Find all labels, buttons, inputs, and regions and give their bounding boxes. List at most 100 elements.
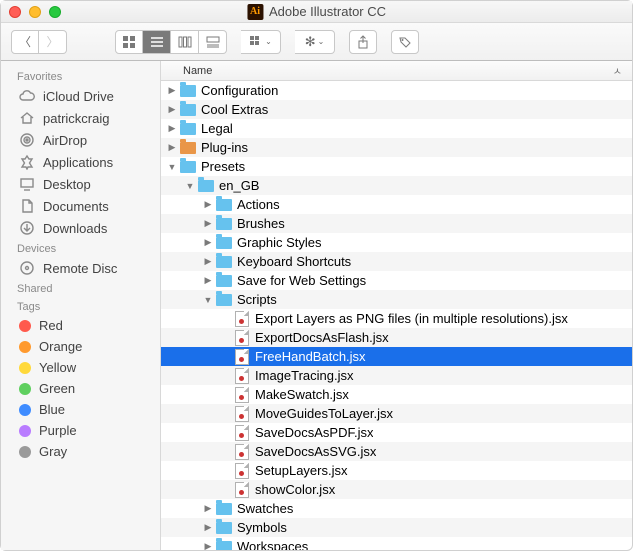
sidebar-item-label: Desktop	[43, 177, 91, 192]
folder-row[interactable]: ▶ Plug-ins	[161, 138, 632, 157]
row-label: Swatches	[237, 501, 293, 516]
folder-row[interactable]: ▼Scripts	[161, 290, 632, 309]
disclosure-triangle-icon[interactable]: ▶	[201, 256, 215, 267]
icon-view-button[interactable]	[115, 30, 143, 54]
window-title-text: Adobe Illustrator CC	[269, 4, 386, 19]
sidebar-item[interactable]: Red	[1, 315, 160, 336]
sidebar: Favorites iCloud Drive patrickcraig AirDrop…	[1, 61, 161, 550]
tag-dot-icon	[19, 446, 31, 458]
file-row[interactable]: FreeHandBatch.jsx	[161, 347, 632, 366]
row-label: Actions	[237, 197, 280, 212]
sidebar-item[interactable]: Blue	[1, 399, 160, 420]
sidebar-section-header: Devices	[1, 239, 160, 257]
window-title: Ai Adobe Illustrator CC	[247, 4, 386, 20]
sidebar-item[interactable]: Downloads	[1, 217, 160, 239]
folder-row[interactable]: ▶ Legal	[161, 119, 632, 138]
sidebar-item[interactable]: Purple	[1, 420, 160, 441]
sidebar-item[interactable]: patrickcraig	[1, 107, 160, 129]
disclosure-triangle-icon[interactable]: ▼	[183, 181, 197, 191]
folder-row[interactable]: ▶ Swatches	[161, 499, 632, 518]
disclosure-triangle-icon[interactable]: ▼	[165, 162, 179, 172]
file-row[interactable]: SaveDocsAsSVG.jsx	[161, 442, 632, 461]
folder-row[interactable]: ▶Brushes	[161, 214, 632, 233]
disclosure-triangle-icon[interactable]: ▶	[201, 237, 215, 248]
column-header[interactable]: Name ㅅ	[161, 61, 632, 81]
script-file-icon	[234, 311, 250, 327]
disclosure-triangle-icon[interactable]: ▶	[165, 123, 179, 134]
arrange-button[interactable]: ⌄	[241, 30, 281, 54]
row-label: Workspaces	[237, 539, 308, 550]
disclosure-triangle-icon[interactable]: ▶	[201, 275, 215, 286]
folder-row[interactable]: ▶Keyboard Shortcuts	[161, 252, 632, 271]
toolbar: 〈 〉 ⌄ ✻⌄	[1, 23, 632, 61]
file-row[interactable]: MoveGuidesToLayer.jsx	[161, 404, 632, 423]
file-row[interactable]: SaveDocsAsPDF.jsx	[161, 423, 632, 442]
folder-icon	[216, 235, 232, 251]
file-row[interactable]: SetupLayers.jsx	[161, 461, 632, 480]
disclosure-triangle-icon[interactable]: ▼	[201, 295, 215, 305]
close-window-button[interactable]	[9, 6, 21, 18]
sidebar-item-label: AirDrop	[43, 133, 87, 148]
row-label: Configuration	[201, 83, 278, 98]
folder-row[interactable]: ▶Symbols	[161, 518, 632, 537]
folder-row[interactable]: ▼en_GB	[161, 176, 632, 195]
edit-tags-button[interactable]	[391, 30, 419, 54]
sort-indicator-icon: ㅅ	[613, 63, 622, 78]
sidebar-item-label: Downloads	[43, 221, 107, 236]
tag-dot-icon	[19, 362, 31, 374]
sidebar-item[interactable]: Gray	[1, 441, 160, 462]
folder-icon	[216, 520, 232, 536]
sidebar-item[interactable]: iCloud Drive	[1, 85, 160, 107]
sidebar-item[interactable]: Orange	[1, 336, 160, 357]
minimize-window-button[interactable]	[29, 6, 41, 18]
disclosure-triangle-icon[interactable]: ▶	[201, 541, 215, 550]
file-row[interactable]: ExportDocsAsFlash.jsx	[161, 328, 632, 347]
list-view-button[interactable]	[143, 30, 171, 54]
sidebar-item-label: iCloud Drive	[43, 89, 114, 104]
disclosure-triangle-icon[interactable]: ▶	[201, 503, 215, 514]
apps-icon	[19, 154, 35, 170]
folder-row[interactable]: ▶Save for Web Settings	[161, 271, 632, 290]
back-button[interactable]: 〈	[11, 30, 39, 54]
sidebar-item[interactable]: Yellow	[1, 357, 160, 378]
row-label: ImageTracing.jsx	[255, 368, 354, 383]
script-file-icon	[234, 444, 250, 460]
downloads-icon	[19, 220, 35, 236]
coverflow-view-button[interactable]	[199, 30, 227, 54]
folder-row[interactable]: ▶ Actions	[161, 195, 632, 214]
tag-dot-icon	[19, 425, 31, 437]
folder-row[interactable]: ▶ Configuration	[161, 81, 632, 100]
file-row[interactable]: showColor.jsx	[161, 480, 632, 499]
sidebar-item[interactable]: Applications	[1, 151, 160, 173]
sidebar-section-header: Favorites	[1, 67, 160, 85]
disclosure-triangle-icon[interactable]: ▶	[201, 522, 215, 533]
sidebar-item[interactable]: Remote Disc	[1, 257, 160, 279]
file-row[interactable]: ImageTracing.jsx	[161, 366, 632, 385]
action-button[interactable]: ✻⌄	[295, 30, 335, 54]
sidebar-item[interactable]: Desktop	[1, 173, 160, 195]
sidebar-item[interactable]: Documents	[1, 195, 160, 217]
file-row[interactable]: Export Layers as PNG files (in multiple …	[161, 309, 632, 328]
column-view-button[interactable]	[171, 30, 199, 54]
folder-row[interactable]: ▶Cool Extras	[161, 100, 632, 119]
maximize-window-button[interactable]	[49, 6, 61, 18]
disclosure-triangle-icon[interactable]: ▶	[165, 104, 179, 115]
file-row[interactable]: MakeSwatch.jsx	[161, 385, 632, 404]
sidebar-item-label: Yellow	[39, 360, 76, 375]
row-label: Legal	[201, 121, 233, 136]
disclosure-triangle-icon[interactable]: ▶	[201, 218, 215, 229]
sidebar-item[interactable]: Green	[1, 378, 160, 399]
forward-button[interactable]: 〉	[39, 30, 67, 54]
disclosure-triangle-icon[interactable]: ▶	[165, 85, 179, 96]
column-name-header[interactable]: Name	[161, 65, 632, 77]
share-button[interactable]	[349, 30, 377, 54]
folder-row[interactable]: ▶ Workspaces	[161, 537, 632, 550]
folder-icon	[216, 501, 232, 517]
folder-row[interactable]: ▼Presets	[161, 157, 632, 176]
sidebar-item[interactable]: AirDrop	[1, 129, 160, 151]
disclosure-triangle-icon[interactable]: ▶	[165, 142, 179, 153]
disclosure-triangle-icon[interactable]: ▶	[201, 199, 215, 210]
folder-icon	[216, 273, 232, 289]
folder-row[interactable]: ▶Graphic Styles	[161, 233, 632, 252]
row-label: Plug-ins	[201, 140, 248, 155]
